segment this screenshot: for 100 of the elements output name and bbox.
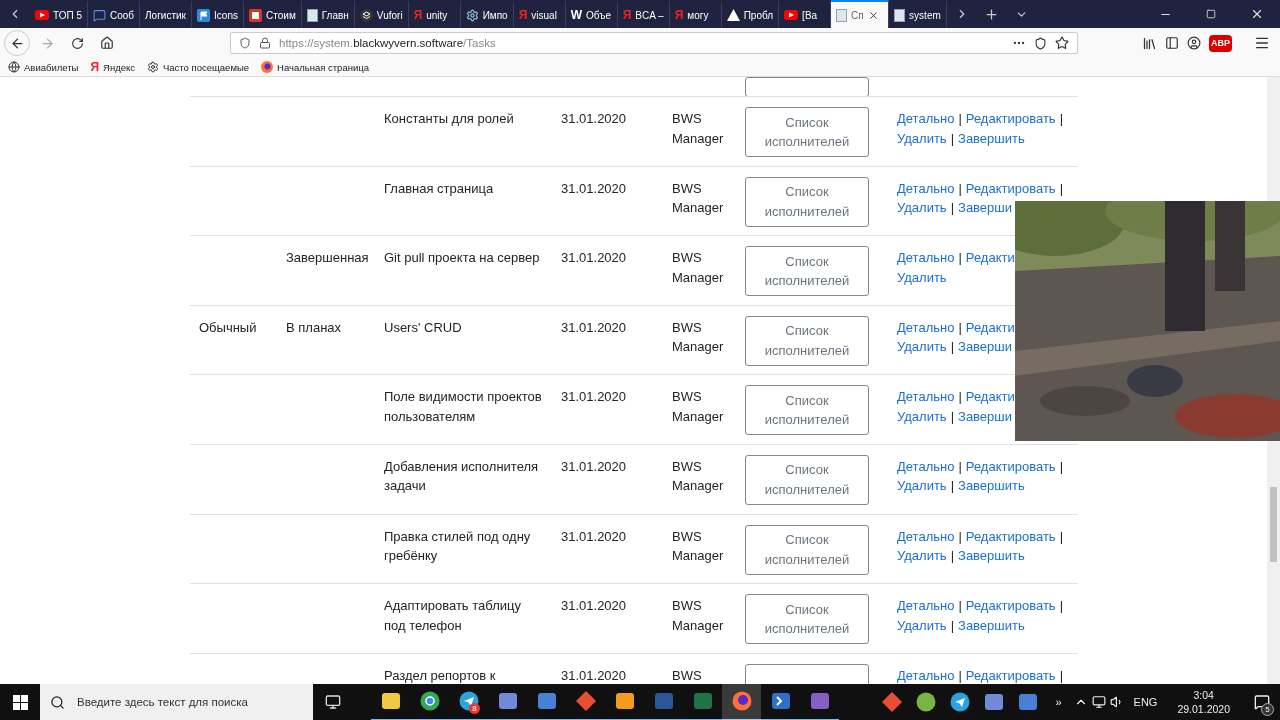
date-text: 31.01.2020 xyxy=(561,667,627,683)
performers-list-button[interactable]: Список исполнителей xyxy=(745,594,869,645)
bookmark-item[interactable]: Начальная страница xyxy=(261,61,369,73)
taskbar-app[interactable]: 8 xyxy=(449,683,488,720)
action-link[interactable]: Завершить xyxy=(958,130,1025,146)
action-link[interactable]: Детально xyxy=(897,528,955,544)
performers-list-button[interactable]: Список исполнителей xyxy=(745,246,869,297)
sidebar-icon[interactable] xyxy=(1165,36,1179,50)
performers-list-button[interactable]: Список исполнителей xyxy=(745,454,869,505)
action-link[interactable]: Удалить xyxy=(897,130,947,146)
action-link[interactable]: Удалить xyxy=(897,339,947,355)
author-text: BWS Manager xyxy=(672,528,724,564)
close-tab-icon[interactable] xyxy=(867,9,879,21)
home-icon[interactable] xyxy=(100,36,114,50)
action-link[interactable]: Детально xyxy=(897,111,955,126)
windows-logo-icon[interactable] xyxy=(12,694,28,710)
action-link[interactable]: Редакти xyxy=(965,389,1015,405)
date-text: 31.01.2020 xyxy=(561,180,627,196)
language-indicator[interactable]: ENG xyxy=(1133,696,1158,708)
action-link[interactable]: Завершить xyxy=(958,478,1025,494)
new-tab-icon[interactable] xyxy=(984,6,1000,22)
task-name: Константы для ролей xyxy=(384,111,514,126)
reload-icon[interactable] xyxy=(70,36,84,50)
warning-icon xyxy=(726,9,740,21)
firefox-icon xyxy=(731,691,752,711)
performers-list-button[interactable]: Список исполнителей xyxy=(745,385,869,436)
action-link[interactable]: Редакти xyxy=(965,319,1015,335)
action-link[interactable]: Детально xyxy=(897,250,955,266)
action-link[interactable]: Завершить xyxy=(958,617,1025,633)
performers-list-button[interactable] xyxy=(745,77,869,96)
action-link[interactable]: Редактировать xyxy=(965,667,1056,683)
star-icon[interactable] xyxy=(1055,36,1069,50)
search-bar[interactable]: Введите здесь текст для поиска xyxy=(40,683,313,720)
action-link[interactable]: Удалить xyxy=(897,478,947,494)
gear-icon xyxy=(465,8,479,22)
task-name: Главная страница xyxy=(384,180,494,196)
date-text: 31.01.2020 xyxy=(561,598,627,614)
unread-badge: 8 xyxy=(469,702,480,714)
account-icon[interactable] xyxy=(1187,36,1201,50)
separator-text: | xyxy=(1059,180,1063,196)
task-name: Раздел репортов к xyxy=(384,667,496,683)
diamond-icon xyxy=(575,691,596,711)
network-status-icon[interactable] xyxy=(1091,695,1106,709)
task-view-icon[interactable] xyxy=(325,694,341,710)
maximize-icon[interactable] xyxy=(1206,9,1216,19)
notifications-icon[interactable] xyxy=(1254,694,1270,710)
action-link[interactable]: Детально xyxy=(897,389,955,405)
action-link[interactable]: Детально xyxy=(897,180,955,196)
action-link[interactable]: Детально xyxy=(897,598,955,614)
action-link[interactable]: Удалить xyxy=(897,617,947,633)
action-link[interactable]: Удалить xyxy=(897,408,947,424)
separator-text: | xyxy=(950,548,955,564)
action-link[interactable]: Заверши xyxy=(958,200,1013,216)
date-text: 31.01.2020 xyxy=(561,389,627,405)
back-icon[interactable] xyxy=(9,35,25,51)
address-field[interactable]: https://system.blackwyvern.software/Tasks xyxy=(230,32,1078,54)
action-link[interactable]: Редактировать xyxy=(965,458,1056,474)
action-link[interactable]: Детально xyxy=(897,319,955,335)
action-link[interactable]: Редактировать xyxy=(965,598,1056,614)
action-link[interactable]: Детально xyxy=(897,667,955,683)
bookmark-item[interactable]: Часто посещаемые xyxy=(147,61,250,73)
close-icon[interactable] xyxy=(1250,7,1264,21)
overflow-text[interactable]: » xyxy=(1055,696,1062,708)
search-field[interactable]: Введите здесь текст для поиска xyxy=(75,695,303,709)
menu-icon[interactable] xyxy=(1254,35,1270,51)
author-text: BWS Manager xyxy=(672,250,724,285)
performers-list-button[interactable]: Список исполнителей xyxy=(745,524,869,575)
separator-text: | xyxy=(958,111,962,126)
chat-icon xyxy=(92,8,106,22)
action-link[interactable]: Детально xyxy=(897,458,955,474)
flag-icon xyxy=(197,8,211,22)
action-link[interactable]: Редактировать xyxy=(965,528,1056,544)
bookmark-item[interactable]: Я Яндекс xyxy=(90,60,135,74)
performers-list-button[interactable]: Список исполнителей xyxy=(745,176,869,227)
action-link[interactable]: Заверши xyxy=(958,408,1013,424)
page-icon xyxy=(306,8,318,22)
action-link[interactable]: Завершить xyxy=(958,548,1025,564)
date-text: 31.01.2020 xyxy=(561,319,627,335)
separator-text: | xyxy=(1059,667,1063,683)
task-name: Поле видимости проектов пользователям xyxy=(384,389,542,424)
letter-logo-icon: Я xyxy=(90,60,100,74)
separator-text: | xyxy=(958,598,962,614)
taskbar-app[interactable] xyxy=(722,683,761,720)
separator-text: | xyxy=(958,389,962,405)
action-link[interactable]: Редактировать xyxy=(965,111,1056,126)
action-link[interactable]: Удалить xyxy=(897,269,947,285)
library-icon[interactable] xyxy=(1142,35,1157,51)
performers-list-button[interactable]: Список исполнителей xyxy=(745,107,869,157)
adblock-button[interactable]: ABP xyxy=(1209,34,1232,52)
performers-list-button[interactable]: Список исполнителей xyxy=(745,315,869,366)
action-link[interactable]: Удалить xyxy=(897,200,947,216)
separator-text: | xyxy=(950,130,955,146)
browser-tab[interactable]: Сп xyxy=(831,0,890,28)
separator-text: | xyxy=(950,408,955,424)
task-name: Git pull проекта на сервер xyxy=(384,250,540,266)
action-link[interactable]: Редакти xyxy=(965,250,1015,266)
action-link[interactable]: Удалить xyxy=(897,548,947,564)
action-link[interactable]: Заверши xyxy=(958,339,1013,355)
action-link[interactable]: Редактировать xyxy=(965,180,1056,196)
bookmark-item[interactable]: Авиабилеты xyxy=(8,61,79,73)
